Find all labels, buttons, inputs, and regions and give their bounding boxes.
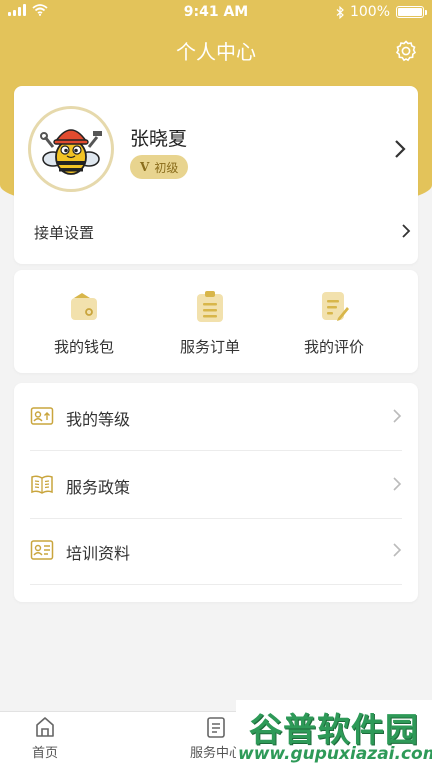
- chevron-right-icon: [393, 409, 402, 423]
- chevron-right-icon[interactable]: [392, 138, 408, 160]
- gear-icon[interactable]: [394, 39, 418, 63]
- quick-action-wallet[interactable]: 我的钱包: [24, 290, 144, 357]
- watermark-url: www.gupuxiazai.com: [238, 744, 432, 764]
- chevron-right-icon[interactable]: [400, 222, 412, 240]
- bee-worker-avatar-icon: [40, 129, 102, 175]
- watermark: 谷普软件园 www.gupuxiazai.com: [236, 700, 432, 768]
- menu-item-label: 培训资料: [66, 544, 131, 563]
- quick-action-label: 我的钱包: [53, 338, 114, 356]
- tab-label: 首页: [31, 746, 58, 761]
- level-badge: V 初级: [130, 155, 189, 179]
- book-icon: [31, 475, 53, 494]
- level-card-icon: [30, 407, 54, 425]
- clipboard-icon: [197, 291, 223, 322]
- review-icon: [322, 292, 349, 321]
- quick-action-orders[interactable]: 服务订单: [150, 290, 270, 357]
- divider: [30, 584, 402, 585]
- quick-action-label: 我的评价: [303, 338, 364, 356]
- menu-card: 我的等级 服务政策 培训资料: [14, 383, 418, 602]
- quick-action-label: 服务订单: [179, 338, 240, 356]
- menu-item-label: 服务政策: [66, 478, 131, 497]
- avatar[interactable]: [28, 106, 114, 192]
- wallet-icon: [71, 293, 97, 320]
- home-icon: [36, 717, 54, 737]
- battery-percent: 100%: [349, 4, 390, 20]
- page-title: 个人中心: [176, 40, 256, 64]
- menu-item-level[interactable]: 我的等级: [14, 383, 418, 451]
- document-icon: [207, 717, 225, 738]
- quick-actions-card: 我的钱包 服务订单 我的评价: [14, 270, 418, 373]
- level-prefix: V: [140, 160, 150, 174]
- quick-action-reviews[interactable]: 我的评价: [274, 290, 394, 357]
- user-name: 张晓夏: [130, 128, 188, 150]
- status-right: 100%: [336, 4, 427, 20]
- order-settings-link[interactable]: 接单设置: [34, 222, 94, 243]
- profile-card[interactable]: 张晓夏 V 初级 接单设置: [14, 86, 418, 264]
- level-text: 初级: [154, 160, 179, 175]
- bluetooth-icon: [336, 5, 344, 19]
- chevron-right-icon: [393, 543, 402, 557]
- battery-icon: [396, 6, 427, 18]
- chevron-right-icon: [393, 477, 402, 491]
- status-bar: 9:41 AM 100%: [0, 0, 432, 24]
- menu-item-policy[interactable]: 服务政策: [14, 451, 418, 519]
- tab-home[interactable]: 首页: [0, 716, 90, 761]
- menu-item-training[interactable]: 培训资料: [14, 517, 418, 585]
- training-icon: [30, 540, 54, 560]
- battery-fill: [398, 8, 422, 16]
- menu-item-label: 我的等级: [66, 410, 131, 429]
